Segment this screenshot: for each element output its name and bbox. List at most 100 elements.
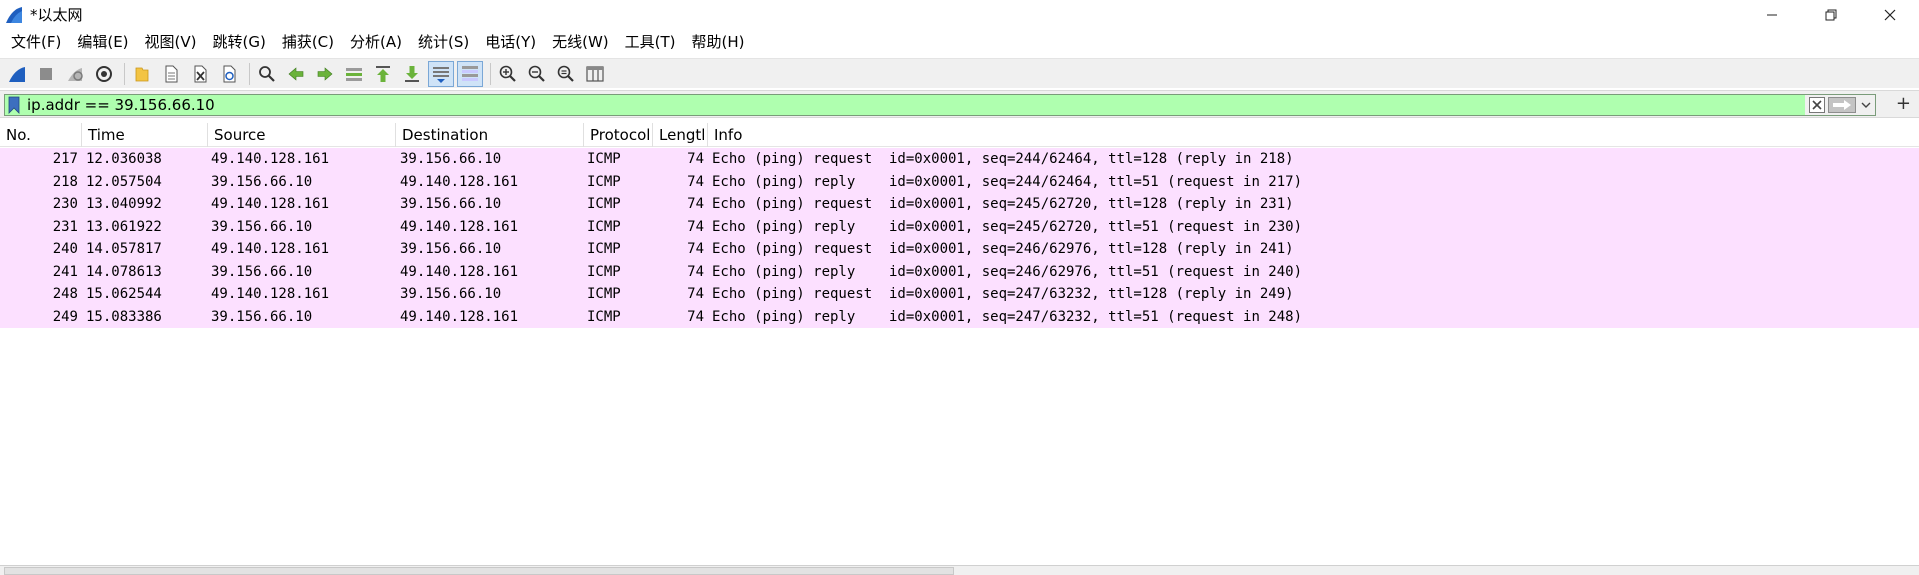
cell-no: 230 bbox=[52, 196, 78, 212]
zoom-reset-icon bbox=[557, 65, 574, 82]
cell-source: 39.156.66.10 bbox=[211, 263, 313, 280]
column-header-source[interactable]: Source bbox=[208, 123, 396, 147]
first-packet-button[interactable] bbox=[370, 61, 396, 87]
recent-filters-dropdown[interactable] bbox=[1857, 95, 1875, 115]
cell-protocol: ICMP bbox=[587, 151, 621, 167]
menu-tools[interactable]: 工具(T) bbox=[617, 30, 684, 54]
autoscroll-button[interactable] bbox=[428, 60, 454, 87]
menu-wireless[interactable]: 无线(W) bbox=[544, 30, 617, 54]
cell-time: 15.083386 bbox=[86, 308, 162, 325]
cell-destination: 39.156.66.10 bbox=[400, 286, 502, 302]
table-row[interactable]: 218 12.057504 39.156.66.10 49.140.128.16… bbox=[0, 170, 1919, 193]
restart-capture-button[interactable] bbox=[62, 61, 88, 87]
minimize-icon bbox=[1766, 14, 1777, 15]
menu-file[interactable]: 文件(F) bbox=[3, 30, 69, 54]
cell-info: Echo (ping) reply id=0x0001, seq=247/632… bbox=[712, 308, 1303, 325]
arrow-down-icon bbox=[405, 65, 419, 82]
display-filter-input[interactable] bbox=[27, 96, 1727, 114]
last-packet-button[interactable] bbox=[399, 61, 425, 87]
restore-button[interactable] bbox=[1801, 0, 1860, 29]
capture-options-button[interactable] bbox=[91, 61, 117, 87]
cell-source: 49.140.128.161 bbox=[211, 241, 330, 257]
menu-telephony[interactable]: 电话(Y) bbox=[477, 30, 544, 54]
chevron-down-icon bbox=[1861, 102, 1871, 108]
column-header-destination[interactable]: Destination bbox=[396, 123, 584, 147]
menu-help[interactable]: 帮助(H) bbox=[684, 30, 753, 54]
zoom-in-button[interactable] bbox=[495, 61, 521, 87]
table-row[interactable]: 249 15.083386 39.156.66.10 49.140.128.16… bbox=[0, 305, 1919, 328]
go-back-button[interactable] bbox=[283, 61, 309, 87]
zoom-in-icon bbox=[499, 65, 516, 82]
menu-go[interactable]: 跳转(G) bbox=[205, 30, 274, 54]
toolbar-separator bbox=[249, 62, 250, 85]
column-header-protocol[interactable]: Protocol bbox=[584, 123, 653, 147]
horizontal-scrollbar[interactable] bbox=[4, 567, 954, 575]
cell-info: Echo (ping) request id=0x0001, seq=245/6… bbox=[712, 196, 1294, 212]
column-header-no[interactable]: No. bbox=[0, 123, 82, 147]
menu-statistics[interactable]: 统计(S) bbox=[410, 30, 477, 54]
cell-no: 248 bbox=[52, 286, 78, 302]
menu-analyze[interactable]: 分析(A) bbox=[342, 30, 410, 54]
menu-view[interactable]: 视图(V) bbox=[137, 30, 205, 54]
table-row[interactable]: 230 13.040992 49.140.128.161 39.156.66.1… bbox=[0, 193, 1919, 216]
table-row[interactable]: 241 14.078613 39.156.66.10 49.140.128.16… bbox=[0, 260, 1919, 283]
cell-info: Echo (ping) request id=0x0001, seq=247/6… bbox=[712, 286, 1294, 302]
cell-no: 217 bbox=[52, 151, 78, 167]
stop-capture-button[interactable] bbox=[33, 61, 59, 87]
cell-time: 13.061922 bbox=[86, 218, 162, 235]
table-row[interactable]: 240 14.057817 49.140.128.161 39.156.66.1… bbox=[0, 238, 1919, 261]
table-row[interactable]: 231 13.061922 39.156.66.10 49.140.128.16… bbox=[0, 215, 1919, 238]
resize-columns-button[interactable] bbox=[582, 61, 608, 87]
close-button[interactable] bbox=[1860, 0, 1919, 29]
save-file-button[interactable] bbox=[158, 61, 184, 87]
cell-time: 12.057504 bbox=[86, 173, 162, 190]
cell-length: 74 bbox=[687, 218, 704, 235]
cell-source: 39.156.66.10 bbox=[211, 218, 313, 235]
apply-filter-button[interactable] bbox=[1827, 95, 1857, 115]
arrow-left-icon bbox=[288, 66, 304, 81]
minimize-button[interactable] bbox=[1742, 0, 1801, 29]
cell-length: 74 bbox=[687, 173, 704, 190]
restart-fin-icon bbox=[68, 67, 83, 81]
find-packet-button[interactable] bbox=[254, 61, 280, 87]
cell-no: 218 bbox=[52, 173, 78, 190]
packet-list: 217 12.036038 49.140.128.161 39.156.66.1… bbox=[0, 148, 1919, 328]
cell-info: Echo (ping) reply id=0x0001, seq=244/624… bbox=[712, 173, 1303, 190]
zoom-out-icon bbox=[528, 65, 545, 82]
open-file-button[interactable] bbox=[129, 61, 155, 87]
colorize-button[interactable] bbox=[457, 60, 483, 87]
cell-no: 241 bbox=[52, 263, 78, 280]
column-header-length[interactable]: Lengtl bbox=[653, 123, 708, 147]
menu-capture[interactable]: 捕获(C) bbox=[274, 30, 342, 54]
reload-file-button[interactable] bbox=[216, 61, 242, 87]
bookmark-icon bbox=[8, 96, 20, 114]
zoom-out-button[interactable] bbox=[524, 61, 550, 87]
cell-source: 49.140.128.161 bbox=[211, 151, 330, 167]
window-title: *以太网 bbox=[30, 6, 83, 24]
column-header-info[interactable]: Info bbox=[708, 123, 1919, 147]
filter-bookmark-button[interactable] bbox=[7, 96, 21, 114]
menu-edit[interactable]: 编辑(E) bbox=[69, 30, 136, 54]
menu-bar: 文件(F) 编辑(E) 视图(V) 跳转(G) 捕获(C) 分析(A) 统计(S… bbox=[0, 30, 753, 54]
normal-size-button[interactable] bbox=[553, 61, 579, 87]
add-filter-button[interactable]: + bbox=[1896, 95, 1911, 113]
clear-filter-button[interactable] bbox=[1807, 95, 1827, 115]
search-icon bbox=[259, 65, 275, 82]
restore-icon bbox=[1825, 9, 1836, 20]
main-toolbar bbox=[0, 58, 1919, 88]
cell-destination: 49.140.128.161 bbox=[400, 308, 519, 325]
close-file-button[interactable] bbox=[187, 61, 213, 87]
toolbar-separator bbox=[124, 62, 125, 85]
go-to-packet-button[interactable] bbox=[341, 61, 367, 87]
cell-no: 240 bbox=[52, 241, 78, 257]
column-header-time[interactable]: Time bbox=[82, 123, 208, 147]
pane-splitter[interactable] bbox=[0, 565, 1919, 575]
start-capture-button[interactable] bbox=[4, 61, 30, 87]
gear-icon bbox=[96, 65, 112, 82]
table-row[interactable]: 248 15.062544 49.140.128.161 39.156.66.1… bbox=[0, 283, 1919, 306]
folder-icon bbox=[135, 67, 149, 81]
cell-time: 15.062544 bbox=[86, 286, 162, 302]
go-forward-button[interactable] bbox=[312, 61, 338, 87]
stop-icon bbox=[40, 67, 52, 80]
table-row[interactable]: 217 12.036038 49.140.128.161 39.156.66.1… bbox=[0, 148, 1919, 171]
